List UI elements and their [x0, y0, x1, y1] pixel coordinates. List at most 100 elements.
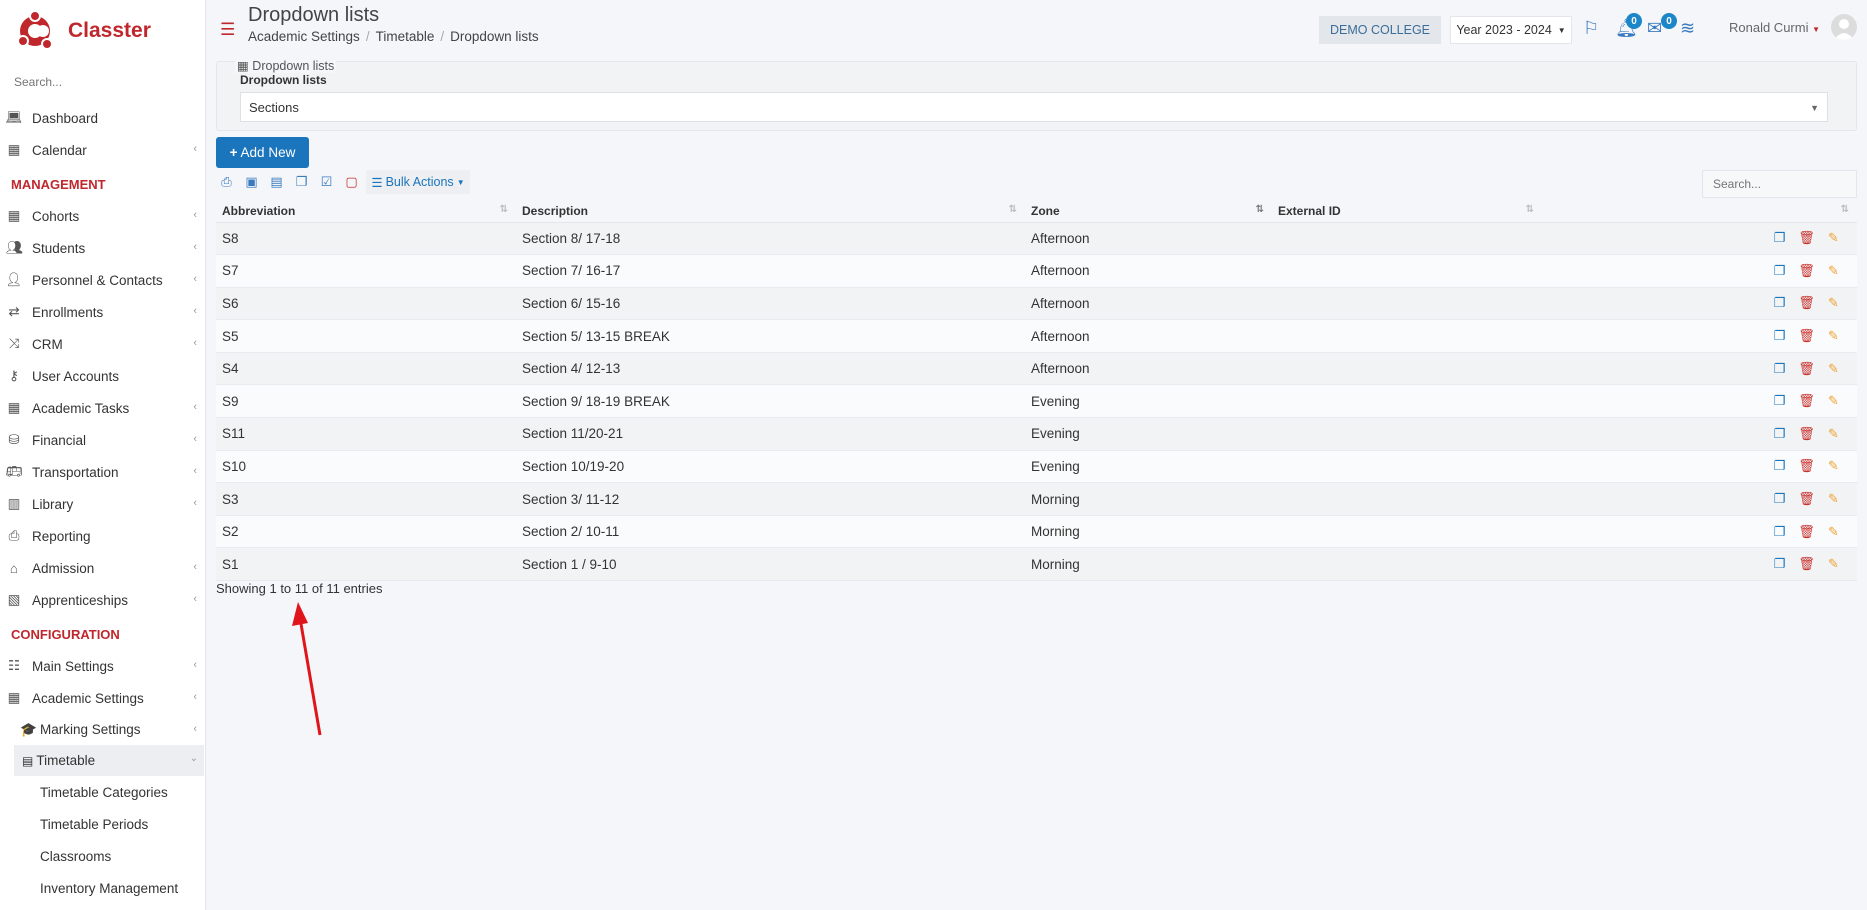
pencil-icon[interactable]: ✎	[1820, 328, 1847, 344]
sidebar-item-library[interactable]: ▥ Library ‹	[0, 488, 205, 520]
pencil-icon[interactable]: ✎	[1820, 393, 1847, 409]
cell-external-id	[1272, 222, 1542, 256]
envelope-icon[interactable]: ✉	[1647, 18, 1662, 39]
copy-icon[interactable]: ❐	[1766, 458, 1793, 474]
add-new-button[interactable]: + Add New	[216, 137, 309, 168]
trash-icon[interactable]: 🗑︎	[1793, 328, 1820, 344]
sidebar-item-academic-tasks[interactable]: ▦ Academic Tasks ‹	[0, 392, 205, 424]
copy-icon[interactable]: ❐	[289, 174, 314, 190]
pencil-icon[interactable]: ✎	[1820, 556, 1847, 572]
trash-icon[interactable]: 🗑︎	[1793, 491, 1820, 507]
sidebar-item-reporting[interactable]: ⎙ Reporting	[0, 520, 205, 552]
trash-icon[interactable]: 🗑︎	[1793, 230, 1820, 246]
sidebar-item-cohorts[interactable]: ▦ Cohorts ‹	[0, 200, 205, 232]
bulk-actions-button[interactable]: ☰ Bulk Actions ▼	[366, 170, 470, 194]
cell-abbreviation: S11	[216, 417, 516, 451]
avatar[interactable]	[1831, 14, 1857, 40]
trash-icon[interactable]: 🗑︎	[1793, 295, 1820, 311]
column-header-description[interactable]: Description ⇅	[516, 200, 1025, 223]
user-menu[interactable]: Ronald Curmi ▼	[1729, 20, 1820, 35]
sidebar-item-marking-settings[interactable]: 🎓 Marking Settings ‹	[0, 714, 205, 745]
sidebar-item-calendar[interactable]: ▦ Calendar ‹	[0, 134, 205, 166]
pencil-icon[interactable]: ✎	[1820, 295, 1847, 311]
column-header-abbreviation[interactable]: Abbreviation ⇅	[216, 200, 516, 223]
copy-icon[interactable]: ❐	[1766, 556, 1793, 572]
sidebar-item-crm[interactable]: ⤨ CRM ‹	[0, 328, 205, 360]
excel-icon[interactable]: ▣	[239, 174, 264, 190]
copy-icon[interactable]: ❐	[1766, 491, 1793, 507]
table-row[interactable]: S4 Section 4/ 12-13 Afternoon ❐ 🗑︎ ✎	[216, 352, 1857, 386]
table-row[interactable]: S9 Section 9/ 18-19 BREAK Evening ❐ 🗑︎ ✎	[216, 384, 1857, 419]
college-button[interactable]: DEMO COLLEGE	[1319, 16, 1441, 44]
copy-icon[interactable]: ❐	[1766, 524, 1793, 540]
pencil-icon[interactable]: ✎	[1820, 263, 1847, 279]
sidebar-item-enrollments[interactable]: ⇄ Enrollments ‹	[0, 296, 205, 328]
cell-external-id	[1272, 417, 1542, 451]
sidebar-item-apprenticeships[interactable]: ▧ Apprenticeships ‹	[0, 584, 205, 616]
sidebar-item-admission[interactable]: ⌂ Admission ‹	[0, 552, 205, 584]
layers-icon[interactable]: ≋	[1680, 18, 1695, 39]
breadcrumb-timetable[interactable]: Timetable	[376, 29, 435, 44]
sidebar-item-classrooms[interactable]: Classrooms	[0, 840, 205, 872]
trash-icon[interactable]: 🗑︎	[1793, 458, 1820, 474]
pencil-icon[interactable]: ✎	[1820, 524, 1847, 540]
row-actions: ❐ 🗑︎ ✎	[1542, 482, 1857, 516]
pencil-icon[interactable]: ✎	[1820, 426, 1847, 442]
pencil-icon[interactable]: ✎	[1820, 361, 1847, 377]
sidebar-item-dashboard[interactable]: 💻︎ Dashboard	[0, 102, 205, 134]
table-search[interactable]	[1702, 170, 1857, 198]
breadcrumb-academic-settings[interactable]: Academic Settings	[248, 29, 360, 44]
copy-icon[interactable]: ❐	[1766, 295, 1793, 311]
hamburger-menu-icon[interactable]: ☰	[220, 20, 235, 40]
select-all-icon[interactable]: ☑	[314, 174, 339, 190]
table-row[interactable]: S1 Section 1 / 9-10 Morning ❐ 🗑︎ ✎	[216, 547, 1857, 582]
column-header-zone[interactable]: Zone ⇅	[1025, 200, 1272, 223]
sidebar-item-timetable-categories[interactable]: Timetable Categories	[0, 776, 205, 808]
sidebar-item-timetable-periods[interactable]: Timetable Periods	[0, 808, 205, 840]
deselect-icon[interactable]: ▢	[339, 174, 364, 190]
table-row[interactable]: S8 Section 8/ 17-18 Afternoon ❐ 🗑︎ ✎	[216, 222, 1857, 256]
sidebar-item-main-settings[interactable]: ☷ Main Settings ‹	[0, 650, 205, 682]
table-search-input[interactable]	[1713, 177, 1843, 191]
year-dropdown[interactable]: Year 2023 - 2024 ▼	[1450, 16, 1572, 44]
table-row[interactable]: S2 Section 2/ 10-11 Morning ❐ 🗑︎ ✎	[216, 515, 1857, 549]
sidebar-search-input[interactable]	[14, 75, 184, 89]
sidebar-item-academic-settings[interactable]: ▦ Academic Settings ‹	[0, 682, 205, 714]
copy-icon[interactable]: ❐	[1766, 230, 1793, 246]
table-row[interactable]: S5 Section 5/ 13-15 BREAK Afternoon ❐ 🗑︎ ✎	[216, 319, 1857, 353]
sidebar-item-personnel-contacts[interactable]: 👤︎ Personnel & Contacts ‹	[0, 264, 205, 296]
dropdown-list-select[interactable]: Sections ▼	[240, 92, 1828, 122]
copy-icon[interactable]: ❐	[1766, 263, 1793, 279]
table-row[interactable]: S11 Section 11/20-21 Evening ❐ 🗑︎ ✎	[216, 417, 1857, 451]
table-row[interactable]: S6 Section 6/ 15-16 Afternoon ❐ 🗑︎ ✎	[216, 287, 1857, 321]
copy-icon[interactable]: ❐	[1766, 426, 1793, 442]
sidebar-item-students[interactable]: 👥︎ Students ‹	[0, 232, 205, 264]
sidebar-item-user-accounts[interactable]: ⚷ User Accounts	[0, 360, 205, 392]
trash-icon[interactable]: 🗑︎	[1793, 524, 1820, 540]
pencil-icon[interactable]: ✎	[1820, 230, 1847, 246]
trash-icon[interactable]: 🗑︎	[1793, 426, 1820, 442]
table-row[interactable]: S3 Section 3/ 11-12 Morning ❐ 🗑︎ ✎	[216, 482, 1857, 516]
copy-icon[interactable]: ❐	[1766, 361, 1793, 377]
trash-icon[interactable]: 🗑︎	[1793, 361, 1820, 377]
csv-icon[interactable]: ▤	[264, 174, 289, 190]
print-icon[interactable]: ⎙	[214, 174, 239, 190]
sidebar-item-inventory-management[interactable]: Inventory Management	[0, 872, 205, 904]
table-row[interactable]: S10 Section 10/19-20 Evening ❐ 🗑︎ ✎	[216, 450, 1857, 484]
trash-icon[interactable]: 🗑︎	[1793, 393, 1820, 409]
trash-icon[interactable]: 🗑︎	[1793, 263, 1820, 279]
pencil-icon[interactable]: ✎	[1820, 491, 1847, 507]
trash-icon[interactable]: 🗑︎	[1793, 556, 1820, 572]
sidebar-search[interactable]	[0, 62, 205, 102]
sidebar-item-financial[interactable]: ⛁ Financial ‹	[0, 424, 205, 456]
sidebar-item-timetable[interactable]: ▤ Timetable ⌄	[14, 745, 204, 776]
copy-icon[interactable]: ❐	[1766, 393, 1793, 409]
pencil-icon[interactable]: ✎	[1820, 458, 1847, 474]
chevron-left-icon: ‹	[193, 465, 197, 477]
copy-icon[interactable]: ❐	[1766, 328, 1793, 344]
sidebar-item-transportation[interactable]: 🚌︎ Transportation ‹	[0, 456, 205, 488]
table-row[interactable]: S7 Section 7/ 16-17 Afternoon ❐ 🗑︎ ✎	[216, 254, 1857, 288]
logo[interactable]: Classter	[0, 0, 205, 62]
column-header-external-id[interactable]: External ID ⇅	[1272, 200, 1542, 223]
flag-icon[interactable]: ⚐	[1583, 18, 1599, 39]
